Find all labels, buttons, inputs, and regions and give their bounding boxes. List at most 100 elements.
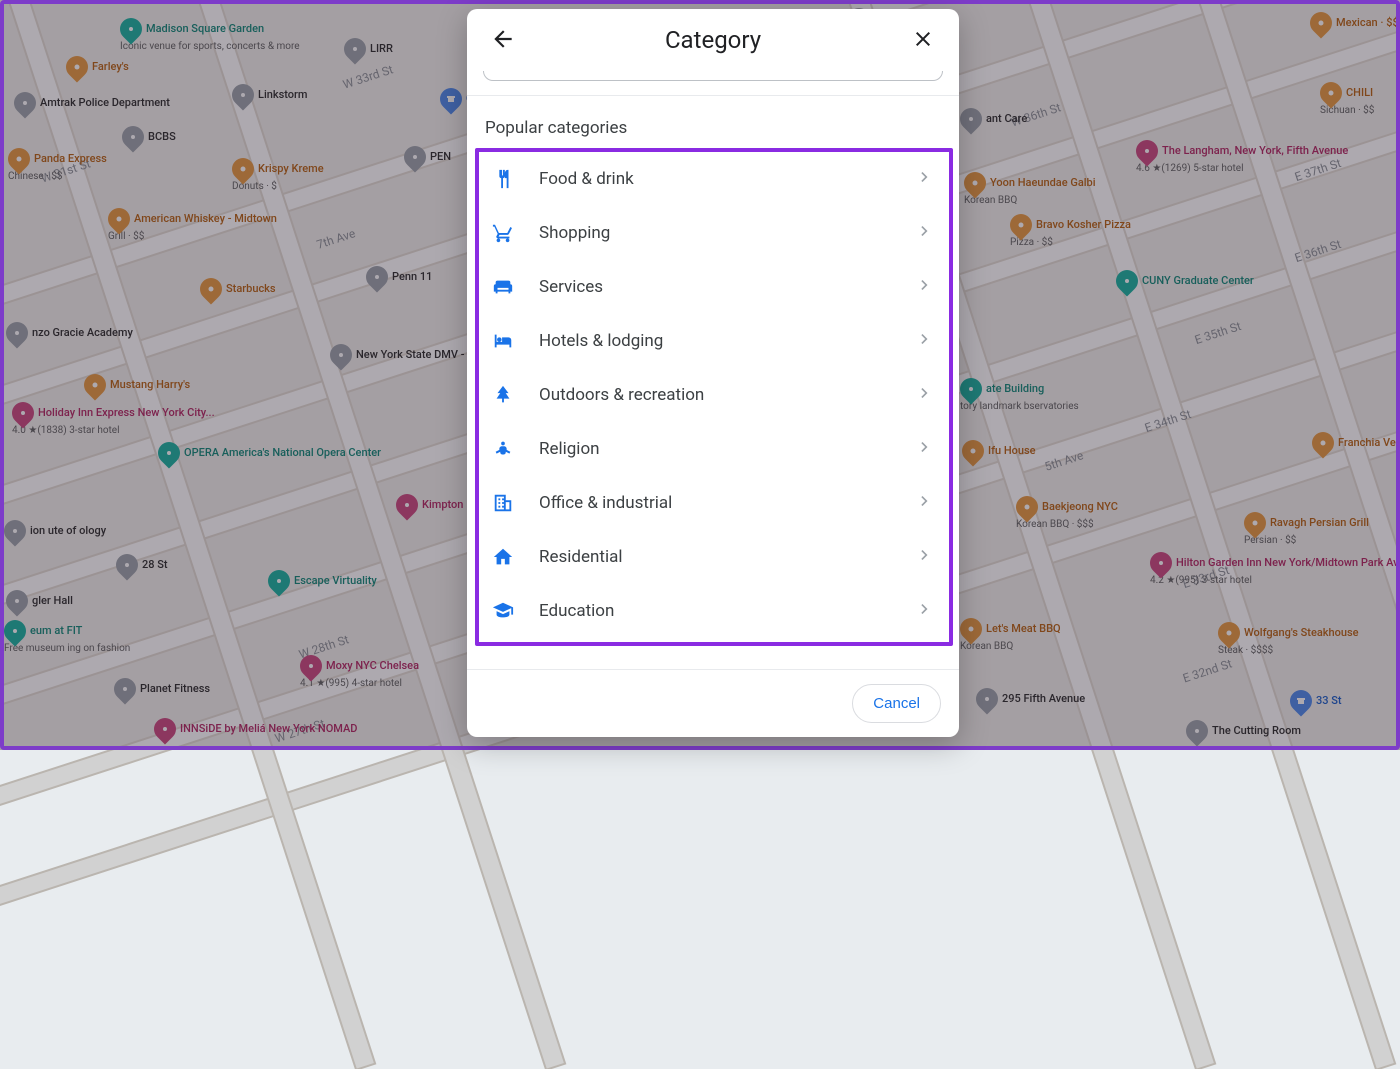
map-poi[interactable]: Krispy KremeDonuts · $ (232, 158, 324, 192)
map-poi[interactable]: nzo Gracie Academy (6, 322, 133, 344)
map-poi[interactable]: Ifu House (962, 440, 1036, 462)
poi-title: Baekjeong NYC (1042, 500, 1118, 513)
poi-title: 33 St (1316, 694, 1342, 707)
map-poi[interactable]: CUNY Graduate Center (1116, 270, 1254, 292)
category-row-education[interactable]: Education (479, 584, 949, 638)
map-pin-icon (111, 549, 142, 580)
map-poi[interactable]: The Cutting Room (1186, 720, 1301, 742)
poi-title: Bravo Kosher Pizza (1036, 218, 1131, 231)
map-poi[interactable]: Holiday Inn Express New York City... 4.0 … (12, 402, 215, 436)
close-button[interactable] (903, 20, 943, 60)
map-poi[interactable]: The Langham, New York, Fifth Avenue4.6 ★… (1136, 140, 1348, 174)
map-poi[interactable]: PEN (404, 146, 451, 168)
category-row-services[interactable]: Services (479, 260, 949, 314)
map-poi[interactable]: Franchia Vega (1312, 432, 1400, 454)
poi-subtitle: Free museum ing on fashion (4, 643, 130, 654)
map-poi[interactable]: Yoon Haeundae GalbiKorean BBQ (964, 172, 1096, 206)
category-label: Shopping (539, 223, 915, 243)
map-poi[interactable]: Penn 11 (366, 266, 432, 288)
map-poi[interactable]: Let's Meat BBQKorean BBQ (960, 618, 1061, 652)
map-poi[interactable]: Farley's (66, 56, 129, 78)
map-poi[interactable]: Starbucks (200, 278, 276, 300)
map-poi[interactable]: Amtrak Police Department (14, 92, 170, 114)
map-poi[interactable]: Madison Square Garden Iconic venue for sp… (120, 18, 300, 52)
chevron-right-icon (915, 221, 935, 245)
home-icon (489, 546, 517, 568)
poi-title: Franchia Vega (1338, 436, 1400, 449)
poi-title: Holiday Inn Express New York City... (38, 406, 215, 419)
poi-title: American Whiskey - Midtown (134, 212, 277, 225)
map-pin-icon (1285, 685, 1316, 716)
map-poi[interactable]: ant Care (960, 108, 1027, 130)
poi-title: INNSiDE by Meliá New York NOMAD (180, 722, 357, 735)
map-poi[interactable]: Wolfgang's SteakhouseSteak · $$$$ (1218, 622, 1359, 656)
graduation-icon (489, 600, 517, 622)
map-poi[interactable]: Panda ExpressChinese · $$ (8, 148, 107, 182)
map-poi[interactable]: ion ute of ology (4, 520, 106, 542)
map-pin-icon (117, 121, 148, 152)
cancel-button[interactable]: Cancel (852, 684, 941, 723)
cart-icon (489, 222, 517, 244)
poi-subtitle: 4.2 ★(995) 3-star hotel (1150, 575, 1252, 586)
search-input[interactable] (483, 71, 943, 81)
map-poi[interactable]: INNSiDE by Meliá New York NOMAD (154, 718, 357, 740)
map-pin-icon (115, 13, 146, 44)
map-poi[interactable]: ate Buildingtory landmark bservatories (960, 378, 1079, 412)
map-poi[interactable]: Ravagh Persian GrillPersian · $$ (1244, 512, 1369, 546)
map-poi[interactable]: Escape Virtuality (268, 570, 377, 592)
map-poi[interactable]: Mexican · $$ (1310, 12, 1399, 34)
map-poi[interactable]: Hilton Garden Inn New York/Midtown Park … (1150, 552, 1400, 586)
map-poi[interactable]: BCBS (122, 126, 176, 148)
map-poi[interactable]: Kimpton (396, 494, 463, 516)
category-row-residential[interactable]: Residential (479, 530, 949, 584)
map-pin-icon (955, 103, 986, 134)
dialog-header: Category (467, 9, 959, 71)
tree-icon (489, 384, 517, 406)
utensils-icon (489, 168, 517, 190)
category-row-hotels[interactable]: Hotels & lodging (479, 314, 949, 368)
poi-title: CHILI (1346, 86, 1373, 99)
poi-subtitle: Korean BBQ (964, 195, 1017, 206)
category-label: Religion (539, 439, 915, 459)
map-poi[interactable]: LIRR (344, 38, 393, 60)
category-row-office[interactable]: Office & industrial (479, 476, 949, 530)
poi-title: nzo Gracie Academy (32, 326, 133, 339)
map-pin-icon (79, 369, 110, 400)
category-scroll-area[interactable]: Popular categories Food & drinkShoppingS… (467, 96, 959, 669)
map-poi[interactable]: Baekjeong NYCKorean BBQ · $$$ (1016, 496, 1118, 530)
poi-title: ant Care (986, 112, 1027, 125)
arrow-back-icon (490, 26, 516, 55)
map-pin-icon (9, 87, 40, 118)
map-poi[interactable]: CHILISichuan · $$ (1320, 82, 1374, 116)
poi-title: Madison Square Garden (146, 22, 264, 35)
category-row-religion[interactable]: Religion (479, 422, 949, 476)
map-poi[interactable]: eum at FITFree museum ing on fashion (4, 620, 130, 654)
search-field-wrap (467, 71, 959, 96)
map-poi[interactable]: 33 St (1290, 690, 1342, 712)
map-poi[interactable]: Bravo Kosher PizzaPizza · $$ (1010, 214, 1131, 248)
map-poi[interactable]: 28 St (116, 554, 168, 576)
poi-title: OPERA America's National Opera Center (184, 446, 381, 459)
category-row-shopping[interactable]: Shopping (479, 206, 949, 260)
map-poi[interactable]: gler Hall (6, 590, 73, 612)
map-pin-icon (391, 489, 422, 520)
category-row-food[interactable]: Food & drink (479, 152, 949, 206)
map-poi[interactable]: Linkstorm (232, 84, 308, 106)
poi-subtitle: Iconic venue for sports, concerts & more (120, 41, 300, 52)
category-row-outdoors[interactable]: Outdoors & recreation (479, 368, 949, 422)
map-poi[interactable]: American Whiskey - MidtownGrill · $$ (108, 208, 277, 242)
map-poi[interactable]: Mustang Harry's (84, 374, 190, 396)
map-pin-icon (0, 615, 31, 646)
map-poi[interactable]: OPERA America's National Opera Center (158, 442, 381, 464)
map-pin-icon (399, 141, 430, 172)
poi-title: 28 St (142, 558, 168, 571)
map-pin-icon (7, 397, 38, 428)
back-button[interactable] (483, 20, 523, 60)
map-pin-icon (1005, 209, 1036, 240)
street-label: W 31st St (39, 156, 92, 185)
map-poi[interactable]: Moxy NYC Chelsea4.1 ★(995) 4-star hotel (300, 655, 419, 689)
poi-subtitle: 4.0 ★(1838) 3-star hotel (12, 425, 120, 436)
chevron-right-icon (915, 437, 935, 461)
map-poi[interactable]: 295 Fifth Avenue (976, 688, 1085, 710)
map-poi[interactable]: Planet Fitness (114, 678, 210, 700)
